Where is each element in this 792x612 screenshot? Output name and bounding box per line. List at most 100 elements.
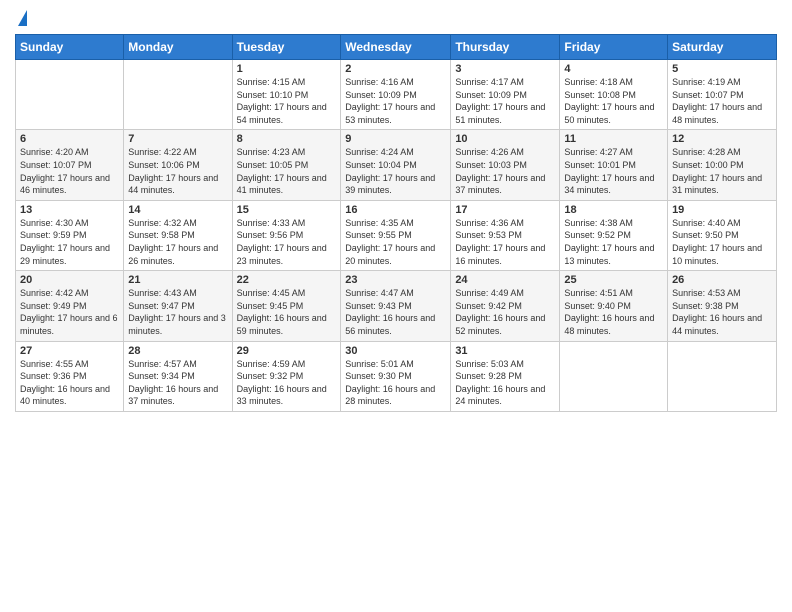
day-detail: Sunrise: 4:36 AM Sunset: 9:53 PM Dayligh… — [455, 217, 555, 267]
calendar-cell: 26Sunrise: 4:53 AM Sunset: 9:38 PM Dayli… — [668, 271, 777, 341]
day-detail: Sunrise: 4:57 AM Sunset: 9:34 PM Dayligh… — [128, 358, 227, 408]
day-number: 7 — [128, 133, 227, 145]
calendar-cell: 4Sunrise: 4:18 AM Sunset: 10:08 PM Dayli… — [560, 60, 668, 130]
calendar-cell: 18Sunrise: 4:38 AM Sunset: 9:52 PM Dayli… — [560, 200, 668, 270]
day-detail: Sunrise: 4:24 AM Sunset: 10:04 PM Daylig… — [345, 146, 446, 196]
calendar-week-row: 13Sunrise: 4:30 AM Sunset: 9:59 PM Dayli… — [16, 200, 777, 270]
day-number: 26 — [672, 274, 772, 286]
day-of-week-header: Thursday — [451, 35, 560, 60]
calendar-cell: 19Sunrise: 4:40 AM Sunset: 9:50 PM Dayli… — [668, 200, 777, 270]
day-detail: Sunrise: 4:38 AM Sunset: 9:52 PM Dayligh… — [564, 217, 663, 267]
calendar-cell: 1Sunrise: 4:15 AM Sunset: 10:10 PM Dayli… — [232, 60, 341, 130]
day-of-week-header: Saturday — [668, 35, 777, 60]
day-detail: Sunrise: 4:53 AM Sunset: 9:38 PM Dayligh… — [672, 287, 772, 337]
day-number: 31 — [455, 345, 555, 357]
day-detail: Sunrise: 4:28 AM Sunset: 10:00 PM Daylig… — [672, 146, 772, 196]
calendar-cell: 8Sunrise: 4:23 AM Sunset: 10:05 PM Dayli… — [232, 130, 341, 200]
calendar-cell: 20Sunrise: 4:42 AM Sunset: 9:49 PM Dayli… — [16, 271, 124, 341]
day-detail: Sunrise: 4:43 AM Sunset: 9:47 PM Dayligh… — [128, 287, 227, 337]
calendar-week-row: 27Sunrise: 4:55 AM Sunset: 9:36 PM Dayli… — [16, 341, 777, 411]
calendar-week-row: 6Sunrise: 4:20 AM Sunset: 10:07 PM Dayli… — [16, 130, 777, 200]
day-number: 1 — [237, 63, 337, 75]
calendar-cell: 6Sunrise: 4:20 AM Sunset: 10:07 PM Dayli… — [16, 130, 124, 200]
calendar-cell: 14Sunrise: 4:32 AM Sunset: 9:58 PM Dayli… — [124, 200, 232, 270]
calendar-week-row: 20Sunrise: 4:42 AM Sunset: 9:49 PM Dayli… — [16, 271, 777, 341]
day-detail: Sunrise: 4:19 AM Sunset: 10:07 PM Daylig… — [672, 76, 772, 126]
day-number: 16 — [345, 204, 446, 216]
day-number: 18 — [564, 204, 663, 216]
day-detail: Sunrise: 4:15 AM Sunset: 10:10 PM Daylig… — [237, 76, 337, 126]
day-number: 21 — [128, 274, 227, 286]
calendar-cell: 17Sunrise: 4:36 AM Sunset: 9:53 PM Dayli… — [451, 200, 560, 270]
calendar-cell: 3Sunrise: 4:17 AM Sunset: 10:09 PM Dayli… — [451, 60, 560, 130]
day-number: 17 — [455, 204, 555, 216]
day-number: 13 — [20, 204, 119, 216]
day-number: 20 — [20, 274, 119, 286]
day-number: 12 — [672, 133, 772, 145]
calendar-cell: 21Sunrise: 4:43 AM Sunset: 9:47 PM Dayli… — [124, 271, 232, 341]
calendar-cell: 5Sunrise: 4:19 AM Sunset: 10:07 PM Dayli… — [668, 60, 777, 130]
calendar-cell: 16Sunrise: 4:35 AM Sunset: 9:55 PM Dayli… — [341, 200, 451, 270]
day-number: 3 — [455, 63, 555, 75]
day-detail: Sunrise: 4:18 AM Sunset: 10:08 PM Daylig… — [564, 76, 663, 126]
day-detail: Sunrise: 5:01 AM Sunset: 9:30 PM Dayligh… — [345, 358, 446, 408]
calendar-cell — [560, 341, 668, 411]
day-number: 19 — [672, 204, 772, 216]
day-number: 10 — [455, 133, 555, 145]
calendar-cell — [16, 60, 124, 130]
day-detail: Sunrise: 4:20 AM Sunset: 10:07 PM Daylig… — [20, 146, 119, 196]
day-number: 23 — [345, 274, 446, 286]
day-number: 9 — [345, 133, 446, 145]
day-detail: Sunrise: 4:22 AM Sunset: 10:06 PM Daylig… — [128, 146, 227, 196]
day-detail: Sunrise: 4:35 AM Sunset: 9:55 PM Dayligh… — [345, 217, 446, 267]
calendar-cell: 15Sunrise: 4:33 AM Sunset: 9:56 PM Dayli… — [232, 200, 341, 270]
day-number: 28 — [128, 345, 227, 357]
calendar-cell: 29Sunrise: 4:59 AM Sunset: 9:32 PM Dayli… — [232, 341, 341, 411]
day-detail: Sunrise: 4:42 AM Sunset: 9:49 PM Dayligh… — [20, 287, 119, 337]
day-of-week-header: Tuesday — [232, 35, 341, 60]
calendar-cell: 22Sunrise: 4:45 AM Sunset: 9:45 PM Dayli… — [232, 271, 341, 341]
day-number: 15 — [237, 204, 337, 216]
day-detail: Sunrise: 4:45 AM Sunset: 9:45 PM Dayligh… — [237, 287, 337, 337]
day-detail: Sunrise: 4:32 AM Sunset: 9:58 PM Dayligh… — [128, 217, 227, 267]
calendar-cell: 9Sunrise: 4:24 AM Sunset: 10:04 PM Dayli… — [341, 130, 451, 200]
day-number: 14 — [128, 204, 227, 216]
calendar-cell: 2Sunrise: 4:16 AM Sunset: 10:09 PM Dayli… — [341, 60, 451, 130]
day-detail: Sunrise: 5:03 AM Sunset: 9:28 PM Dayligh… — [455, 358, 555, 408]
page: SundayMondayTuesdayWednesdayThursdayFrid… — [0, 0, 792, 612]
calendar-cell — [668, 341, 777, 411]
day-number: 27 — [20, 345, 119, 357]
day-detail: Sunrise: 4:47 AM Sunset: 9:43 PM Dayligh… — [345, 287, 446, 337]
calendar-cell: 13Sunrise: 4:30 AM Sunset: 9:59 PM Dayli… — [16, 200, 124, 270]
day-number: 8 — [237, 133, 337, 145]
day-detail: Sunrise: 4:16 AM Sunset: 10:09 PM Daylig… — [345, 76, 446, 126]
day-number: 4 — [564, 63, 663, 75]
calendar-cell: 23Sunrise: 4:47 AM Sunset: 9:43 PM Dayli… — [341, 271, 451, 341]
logo-icon — [18, 10, 27, 26]
day-number: 24 — [455, 274, 555, 286]
calendar-cell: 10Sunrise: 4:26 AM Sunset: 10:03 PM Dayl… — [451, 130, 560, 200]
logo — [15, 10, 27, 28]
calendar-cell: 12Sunrise: 4:28 AM Sunset: 10:00 PM Dayl… — [668, 130, 777, 200]
day-detail: Sunrise: 4:59 AM Sunset: 9:32 PM Dayligh… — [237, 358, 337, 408]
day-detail: Sunrise: 4:40 AM Sunset: 9:50 PM Dayligh… — [672, 217, 772, 267]
day-detail: Sunrise: 4:49 AM Sunset: 9:42 PM Dayligh… — [455, 287, 555, 337]
day-number: 29 — [237, 345, 337, 357]
day-detail: Sunrise: 4:26 AM Sunset: 10:03 PM Daylig… — [455, 146, 555, 196]
day-number: 30 — [345, 345, 446, 357]
calendar-cell: 31Sunrise: 5:03 AM Sunset: 9:28 PM Dayli… — [451, 341, 560, 411]
day-of-week-header: Friday — [560, 35, 668, 60]
calendar-cell: 27Sunrise: 4:55 AM Sunset: 9:36 PM Dayli… — [16, 341, 124, 411]
day-detail: Sunrise: 4:17 AM Sunset: 10:09 PM Daylig… — [455, 76, 555, 126]
calendar-header-row: SundayMondayTuesdayWednesdayThursdayFrid… — [16, 35, 777, 60]
calendar-cell: 7Sunrise: 4:22 AM Sunset: 10:06 PM Dayli… — [124, 130, 232, 200]
day-number: 25 — [564, 274, 663, 286]
calendar-cell: 30Sunrise: 5:01 AM Sunset: 9:30 PM Dayli… — [341, 341, 451, 411]
calendar-week-row: 1Sunrise: 4:15 AM Sunset: 10:10 PM Dayli… — [16, 60, 777, 130]
day-number: 2 — [345, 63, 446, 75]
day-detail: Sunrise: 4:30 AM Sunset: 9:59 PM Dayligh… — [20, 217, 119, 267]
calendar-cell: 28Sunrise: 4:57 AM Sunset: 9:34 PM Dayli… — [124, 341, 232, 411]
calendar-cell — [124, 60, 232, 130]
day-of-week-header: Sunday — [16, 35, 124, 60]
day-detail: Sunrise: 4:51 AM Sunset: 9:40 PM Dayligh… — [564, 287, 663, 337]
